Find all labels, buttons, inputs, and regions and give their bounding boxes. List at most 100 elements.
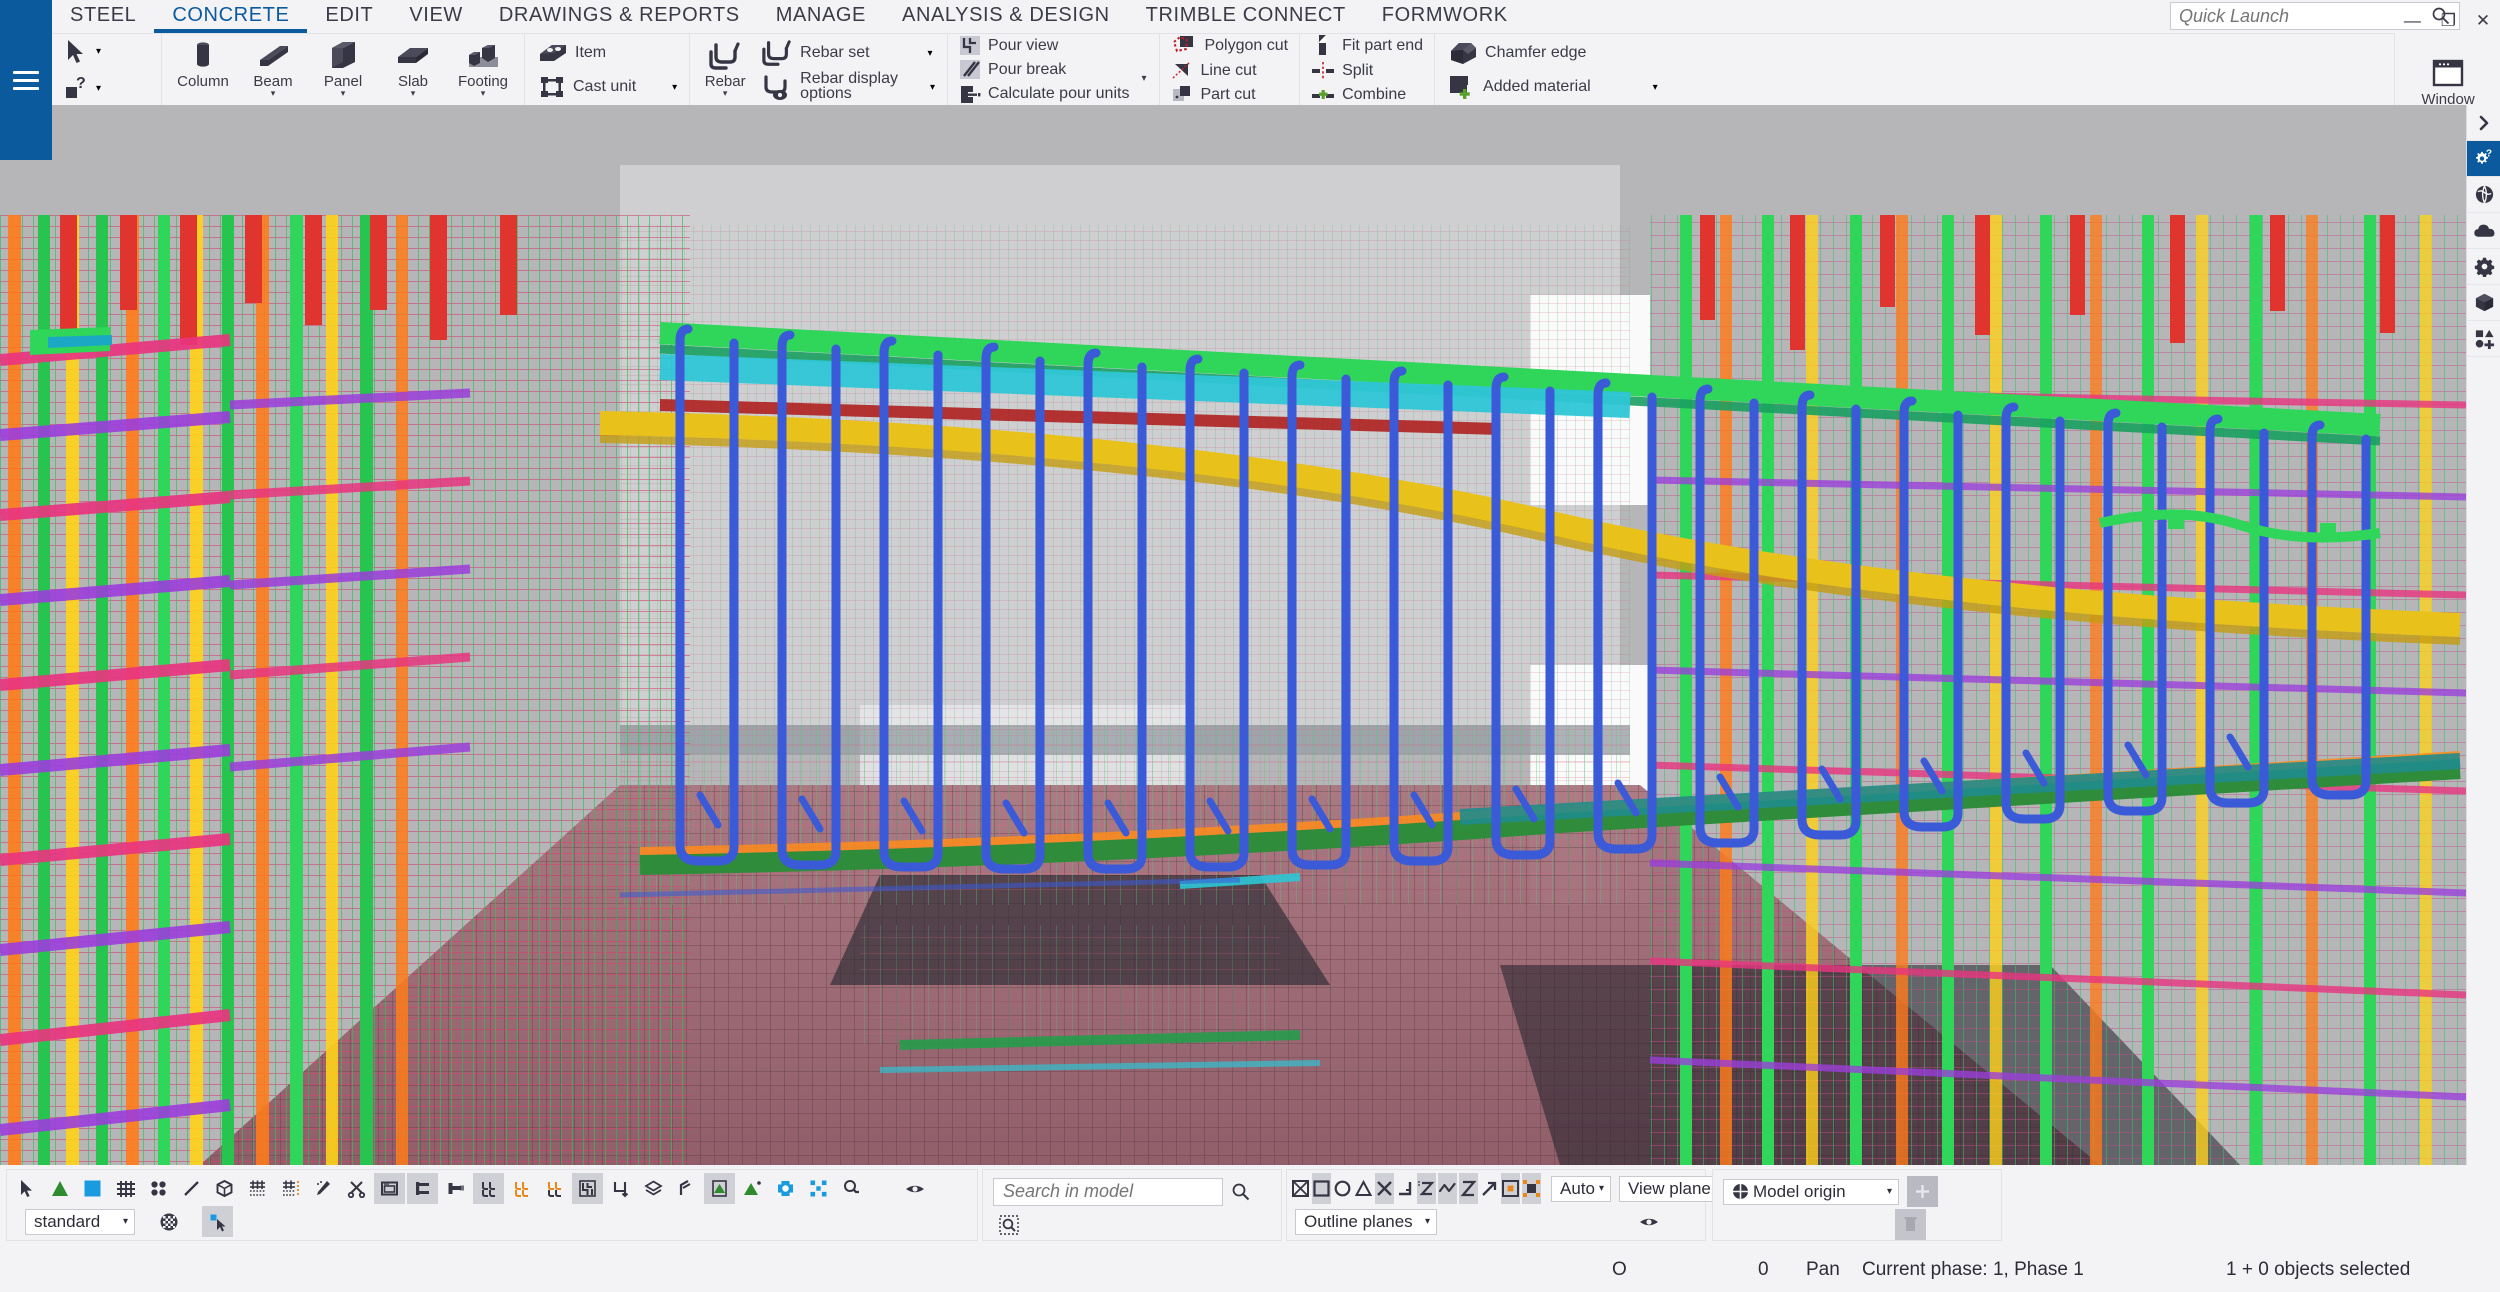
- transparency-button[interactable]: [153, 1206, 184, 1237]
- rebar-display-caret[interactable]: ▾: [930, 82, 935, 93]
- delete-work-plane-button[interactable]: [1895, 1209, 1926, 1240]
- select-reference-button[interactable]: [836, 1173, 867, 1204]
- tab-edit[interactable]: EDIT: [307, 0, 391, 33]
- model-viewport[interactable]: [0, 105, 2466, 1165]
- restore-button[interactable]: ❐: [2441, 12, 2456, 29]
- tab-formwork[interactable]: FORMWORK: [1364, 0, 1526, 33]
- sidebar-item-expand-panel[interactable]: [2467, 105, 2500, 141]
- calculate-pour-units-button[interactable]: Calculate pour units: [954, 83, 1134, 106]
- select-surface-treatment-button[interactable]: [671, 1173, 702, 1204]
- select-construction-object-button[interactable]: [737, 1173, 768, 1204]
- added-material-button[interactable]: Added material ▾: [1441, 70, 1664, 104]
- close-button[interactable]: ✕: [2476, 12, 2490, 29]
- zoom-to-selected-button[interactable]: [993, 1209, 1024, 1240]
- model-origin-select[interactable]: Model origin ▾: [1723, 1178, 1899, 1205]
- select-grid-line-button[interactable]: [275, 1173, 306, 1204]
- tab-concrete[interactable]: CONCRETE: [154, 0, 308, 33]
- sidebar-item-internet-globe[interactable]: [2467, 177, 2500, 213]
- split-button[interactable]: Split: [1306, 59, 1428, 82]
- select-bolt-button[interactable]: [440, 1173, 471, 1204]
- pour-break-button[interactable]: Pour break: [954, 58, 1134, 81]
- select-solid-button[interactable]: [209, 1173, 240, 1204]
- beam-caret[interactable]: ▾: [271, 89, 276, 98]
- sidebar-item-applications-components[interactable]: ?: [2467, 141, 2500, 177]
- view-plane-select[interactable]: View plane ▾: [1619, 1175, 1727, 1202]
- fit-part-end-button[interactable]: Fit part end: [1306, 34, 1428, 58]
- pour-group-caret[interactable]: ▾: [1134, 57, 1153, 84]
- snap-free-button[interactable]: [1459, 1173, 1478, 1204]
- view-filter-select[interactable]: standard ▾: [25, 1208, 135, 1235]
- select-arrow-button[interactable]: [11, 1173, 42, 1204]
- rebar-set-caret[interactable]: ▾: [928, 48, 933, 59]
- combine-button[interactable]: Combine: [1306, 83, 1428, 106]
- select-pour-break-button[interactable]: [605, 1173, 636, 1204]
- rebar-caret[interactable]: ▾: [723, 89, 728, 98]
- search-input[interactable]: [1003, 1181, 1237, 1202]
- tab-view[interactable]: VIEW: [391, 0, 481, 33]
- rebar-display-options-button[interactable]: Rebar display options ▾: [754, 70, 941, 104]
- select-reinforcement-2-button[interactable]: [506, 1173, 537, 1204]
- select-tool-button[interactable]: ▾: [58, 34, 155, 70]
- search-in-model[interactable]: [993, 1177, 1237, 1206]
- rebar-button[interactable]: Rebar ▾: [696, 35, 754, 105]
- select-switch-caret[interactable]: ▾: [96, 83, 101, 94]
- tab-trimble-connect[interactable]: TRIMBLE CONNECT: [1128, 0, 1364, 33]
- part-cut-button[interactable]: Part cut: [1166, 83, 1293, 106]
- snap-midpoint-button[interactable]: [1354, 1173, 1373, 1204]
- slab-button[interactable]: Slab ▾: [378, 35, 448, 105]
- ortho-button[interactable]: [1501, 1173, 1520, 1204]
- snap-perp-button[interactable]: [1396, 1173, 1415, 1204]
- snap-near-button[interactable]: [1417, 1173, 1436, 1204]
- select-cut-button[interactable]: [341, 1173, 372, 1204]
- search-submit-button[interactable]: [1225, 1176, 1256, 1207]
- select-load-button[interactable]: [704, 1173, 735, 1204]
- select-line-button[interactable]: [176, 1173, 207, 1204]
- snap-center-button[interactable]: [1333, 1173, 1352, 1204]
- snap-curve-button[interactable]: [1438, 1173, 1457, 1204]
- chamfer-edge-button[interactable]: Chamfer edge: [1441, 36, 1664, 70]
- select-part-button[interactable]: [77, 1173, 108, 1204]
- sidebar-item-settings[interactable]: [2467, 249, 2500, 285]
- panel-caret[interactable]: ▾: [341, 89, 346, 98]
- select-component-button[interactable]: [44, 1173, 75, 1204]
- select-point-button[interactable]: [308, 1173, 339, 1204]
- beam-button[interactable]: Beam ▾: [238, 35, 308, 105]
- panel-button[interactable]: Panel ▾: [308, 35, 378, 105]
- select-pour-object-button[interactable]: [572, 1173, 603, 1204]
- select-assembly-button[interactable]: [110, 1173, 141, 1204]
- select-tool-caret[interactable]: ▾: [96, 46, 101, 57]
- select-distance-button[interactable]: [770, 1173, 801, 1204]
- select-reinforcement-3-button[interactable]: [539, 1173, 570, 1204]
- item-button[interactable]: Item: [531, 36, 683, 70]
- sidebar-item-trimble-connect-cloud[interactable]: [2467, 213, 2500, 249]
- sidebar-item-model-cube[interactable]: [2467, 285, 2500, 321]
- auto-select[interactable]: Auto ▾: [1551, 1175, 1612, 1202]
- pour-view-button[interactable]: Pour view: [954, 34, 1134, 57]
- footing-button[interactable]: Footing ▾: [448, 35, 518, 105]
- tab-analysis-design[interactable]: ANALYSIS & DESIGN: [884, 0, 1128, 33]
- select-handles-button[interactable]: [803, 1173, 834, 1204]
- snap-points-button[interactable]: [1312, 1173, 1331, 1204]
- select-surface-button[interactable]: [638, 1173, 669, 1204]
- outline-planes-select[interactable]: Outline planes ▾: [1295, 1208, 1437, 1235]
- polygon-cut-button[interactable]: Polygon cut: [1166, 34, 1293, 58]
- select-grid-button[interactable]: [242, 1173, 273, 1204]
- cast-unit-caret[interactable]: ▾: [672, 82, 677, 93]
- tab-manage[interactable]: MANAGE: [758, 0, 884, 33]
- select-object-in-component-button[interactable]: [143, 1173, 174, 1204]
- select-reinforcement-1-button[interactable]: [473, 1173, 504, 1204]
- cast-unit-button[interactable]: Cast unit ▾: [531, 70, 683, 104]
- line-cut-button[interactable]: Line cut: [1166, 59, 1293, 82]
- column-button[interactable]: Column: [168, 35, 238, 105]
- added-material-caret[interactable]: ▾: [1653, 82, 1658, 93]
- add-work-plane-button[interactable]: [1907, 1176, 1938, 1207]
- footing-caret[interactable]: ▾: [481, 89, 486, 98]
- snap-intersection-button[interactable]: [1375, 1173, 1394, 1204]
- select-switch-button[interactable]: ? ▾: [58, 71, 155, 107]
- snap-visibility-button[interactable]: [1633, 1206, 1664, 1237]
- snap-arrow-button[interactable]: [1480, 1173, 1499, 1204]
- tab-steel[interactable]: STEEL: [52, 0, 154, 33]
- rebar-set-button[interactable]: Rebar set ▾: [754, 36, 941, 70]
- hamburger-menu-icon[interactable]: [13, 70, 39, 90]
- snap-all-button[interactable]: [1291, 1173, 1310, 1204]
